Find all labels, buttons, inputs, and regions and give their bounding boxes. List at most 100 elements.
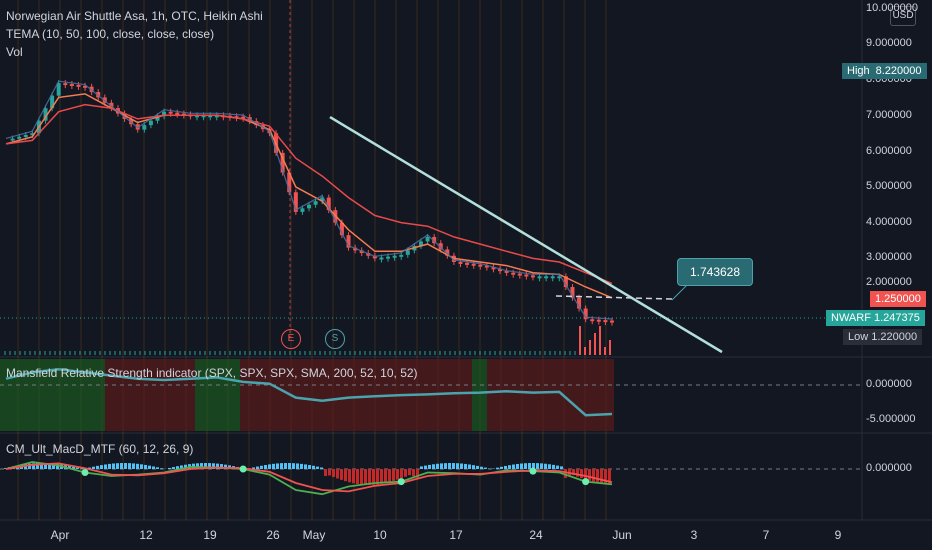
macd-hist-bar <box>508 465 511 469</box>
macd-hist-bar <box>280 463 283 469</box>
rs-band <box>487 359 614 431</box>
macd-hist-bar <box>528 463 531 469</box>
candle-body <box>148 120 153 126</box>
volume-bar <box>344 351 346 355</box>
volume-legend[interactable]: Vol <box>6 45 23 59</box>
macd-hist-bar <box>148 465 151 469</box>
volume-bar <box>24 351 26 355</box>
macd-hist-bar <box>368 469 371 485</box>
volume-bar <box>54 351 56 355</box>
volume-bar <box>139 351 141 355</box>
volume-bar <box>479 351 481 355</box>
volume-bar <box>374 351 376 355</box>
candle-body <box>313 201 318 205</box>
macd-hist-bar <box>384 469 387 484</box>
volume-bar <box>384 351 386 355</box>
macd-hist-bar <box>380 469 383 484</box>
volume-bar <box>304 351 306 355</box>
volume-bar <box>159 351 161 355</box>
candle-body <box>530 275 535 278</box>
callout-pointer <box>671 283 689 301</box>
price-tick: 9.000000 <box>866 37 912 49</box>
volume-bar <box>119 351 121 355</box>
tema-line <box>5 93 613 299</box>
macd-hist-bar <box>324 469 327 477</box>
macd-hist-bar <box>440 463 443 469</box>
candle-body <box>76 84 81 87</box>
trendline-callout[interactable]: 1.743628 <box>677 258 753 286</box>
tema-legend[interactable]: TEMA (10, 50, 100, close, close, close) <box>6 27 214 41</box>
volume-bar <box>439 351 441 355</box>
cross-dot <box>582 478 590 486</box>
chart-canvas[interactable] <box>0 0 932 550</box>
volume-bar <box>319 351 321 355</box>
macd-tick: 0.000000 <box>866 462 912 474</box>
volume-bar <box>529 351 531 355</box>
candle-body <box>405 250 410 255</box>
macd-hist-bar <box>288 463 291 469</box>
last-price-tag: 1.250000 <box>870 291 926 307</box>
candle-body <box>142 125 147 130</box>
macd-hist-bar <box>456 463 459 469</box>
volume-bar <box>294 351 296 355</box>
volume-bar <box>429 351 431 355</box>
macd-hist-bar <box>284 463 287 469</box>
volume-bar <box>434 351 436 355</box>
volume-bar <box>309 351 311 355</box>
macd-hist-bar <box>540 463 543 469</box>
volume-bar <box>324 351 326 355</box>
volume-bar <box>249 351 251 355</box>
candle-body <box>386 256 391 259</box>
macd-hist-bar <box>312 465 315 469</box>
price-tick: 5.000000 <box>866 180 912 192</box>
macd-hist-bar <box>400 469 403 479</box>
macd-hist-bar <box>112 463 115 469</box>
volume-bar <box>494 351 496 355</box>
candle-body <box>399 254 404 257</box>
earnings-marker[interactable]: E <box>281 329 301 349</box>
macd-hist-bar <box>360 469 363 485</box>
macd-hist-bar <box>132 463 135 469</box>
low-tag: Low 1.220000 <box>843 329 923 345</box>
candle-body <box>603 320 608 323</box>
cross-dot <box>529 467 537 475</box>
macd-legend[interactable]: CM_Ult_MacD_MTF (60, 12, 26, 9) <box>6 442 193 456</box>
volume-bar <box>254 351 256 355</box>
volume-bar <box>149 351 151 355</box>
volume-bar <box>414 351 416 355</box>
volume-bar <box>4 351 6 355</box>
macd-hist-bar <box>352 469 355 484</box>
mansfield-legend[interactable]: Mansfield Relative Strength indicator (S… <box>6 366 418 380</box>
macd-hist-bar <box>536 463 539 469</box>
volume-bar <box>519 351 521 355</box>
volume-bar <box>109 351 111 355</box>
candle-body <box>537 276 542 279</box>
macd-hist-bar <box>588 469 591 481</box>
macd-hist-bar <box>460 463 463 469</box>
macd-hist-bar <box>308 465 311 469</box>
macd-hist-bar <box>272 463 275 469</box>
volume-bar <box>509 351 511 355</box>
macd-hist-bar <box>444 463 447 469</box>
volume-bar <box>499 351 501 355</box>
volume-bar <box>604 347 606 355</box>
volume-bar <box>154 351 156 355</box>
candle-body <box>425 236 430 242</box>
split-marker[interactable]: S <box>325 329 345 349</box>
volume-bar <box>599 326 601 355</box>
candle-body <box>517 273 522 276</box>
volume-bar <box>289 351 291 355</box>
volume-bar <box>79 351 81 355</box>
macd-hist-bar <box>160 468 163 469</box>
price-tick: 10.000000 <box>866 2 918 14</box>
candle-body <box>596 319 601 322</box>
macd-hist-bar <box>344 469 347 482</box>
macd-hist-bar <box>152 466 155 469</box>
macd-hist-bar <box>496 467 499 469</box>
volume-bar <box>219 351 221 355</box>
macd-hist-bar <box>100 465 103 469</box>
macd-hist-bar <box>524 463 527 469</box>
candle-body <box>168 111 173 114</box>
volume-bar <box>74 351 76 355</box>
cross-dot <box>81 469 89 476</box>
